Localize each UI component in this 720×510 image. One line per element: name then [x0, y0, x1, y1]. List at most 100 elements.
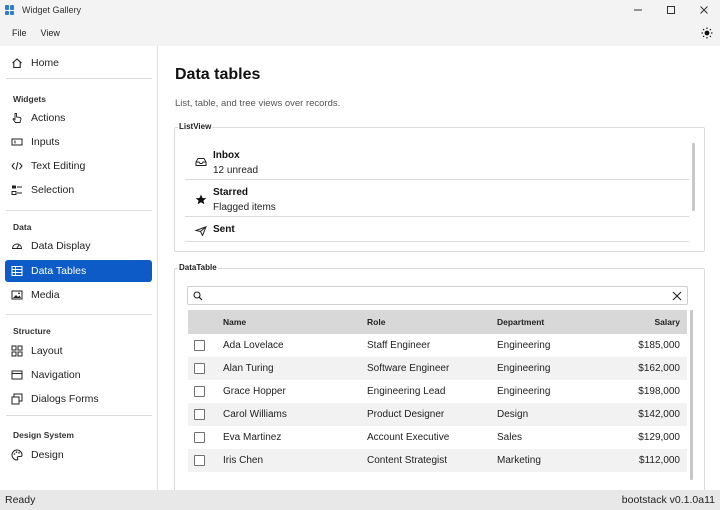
code-icon [11, 160, 23, 172]
row-checkbox[interactable] [194, 363, 205, 374]
cell-role: Engineering Lead [367, 386, 446, 397]
sidebar-section-data: Data [13, 222, 32, 232]
cell-role: Staff Engineer [367, 340, 431, 351]
cell-salary: $129,000 [638, 432, 680, 443]
status-bar: Ready bootstack v0.1.0a11 [0, 490, 720, 510]
sidebar-item-design[interactable]: Design [5, 444, 152, 466]
sidebar-section-design-system: Design System [13, 430, 74, 440]
sidebar-item-navigation[interactable]: Navigation [5, 364, 152, 386]
list-item[interactable]: Starred Flagged items [185, 180, 689, 217]
sidebar-divider [6, 415, 152, 416]
table-row[interactable]: Alan Turing Software Engineer Engineerin… [188, 357, 687, 380]
row-checkbox[interactable] [194, 340, 205, 351]
menu-file[interactable]: File [8, 28, 31, 38]
table-header: Name Role Department Salary [188, 310, 687, 334]
maximize-button[interactable] [654, 0, 687, 20]
sidebar-section-structure: Structure [13, 326, 51, 336]
close-icon [699, 6, 708, 14]
dialog-icon [11, 393, 23, 405]
sidebar-item-label: Layout [31, 345, 63, 357]
table-row[interactable]: Eva Martinez Account Executive Sales $12… [188, 426, 687, 449]
main-content: Data tables List, table, and tree views … [158, 46, 720, 490]
list-item-subtitle: Flagged items [213, 202, 276, 213]
table-row[interactable]: Grace Hopper Engineering Lead Engineerin… [188, 380, 687, 403]
maximize-icon [666, 6, 675, 14]
sidebar-item-label: Text Editing [31, 160, 86, 172]
layout-icon [11, 345, 23, 357]
app-icon [5, 5, 15, 15]
row-checkbox[interactable] [194, 386, 205, 397]
cell-name: Alan Turing [223, 363, 274, 374]
row-checkbox[interactable] [194, 455, 205, 466]
cell-department: Marketing [497, 455, 541, 466]
column-header-salary[interactable]: Salary [654, 310, 680, 334]
row-checkbox[interactable] [194, 432, 205, 443]
table-scrollbar[interactable] [690, 310, 693, 480]
sidebar-item-layout[interactable]: Layout [5, 340, 152, 362]
cell-salary: $162,000 [638, 363, 680, 374]
sidebar-item-inputs[interactable]: Inputs [5, 131, 152, 153]
listview-label: ListView [178, 122, 213, 131]
page-title: Data tables [175, 66, 261, 83]
menu-view[interactable]: View [37, 28, 64, 38]
search-input[interactable] [208, 289, 668, 302]
search-icon [193, 291, 203, 301]
sidebar-item-label: Navigation [31, 369, 81, 381]
inbox-icon [195, 157, 207, 167]
cell-role: Software Engineer [367, 363, 450, 374]
sidebar-item-dialogs-forms[interactable]: Dialogs Forms [5, 388, 152, 410]
sidebar-divider [6, 314, 152, 315]
cell-role: Product Designer [367, 409, 445, 420]
minimize-button[interactable] [621, 0, 654, 20]
cell-name: Iris Chen [223, 455, 264, 466]
sidebar-item-actions[interactable]: Actions [5, 107, 152, 129]
cell-role: Content Strategist [367, 455, 448, 466]
cell-department: Engineering [497, 386, 551, 397]
cell-name: Ada Lovelace [223, 340, 284, 351]
table-search-field[interactable] [187, 286, 688, 305]
list-item-title: Inbox [213, 150, 240, 161]
close-button[interactable] [687, 0, 720, 20]
table-row[interactable]: Ada Lovelace Staff Engineer Engineering … [188, 334, 687, 357]
clear-search-icon[interactable] [672, 291, 682, 301]
sidebar-item-media[interactable]: Media [5, 284, 152, 306]
sidebar-item-data-tables[interactable]: Data Tables [5, 260, 152, 282]
cell-department: Engineering [497, 340, 551, 351]
cell-name: Grace Hopper [223, 386, 286, 397]
list-item[interactable]: Sent [185, 217, 689, 242]
table-row[interactable]: Carol Williams Product Designer Design $… [188, 403, 687, 426]
sidebar-item-label: Selection [31, 184, 75, 196]
cell-salary: $198,000 [638, 386, 680, 397]
sidebar-item-label: Media [31, 289, 60, 301]
sidebar-item-data-display[interactable]: Data Display [5, 235, 152, 257]
cell-salary: $112,000 [639, 455, 680, 466]
cell-salary: $185,000 [638, 340, 680, 351]
sidebar-divider [6, 78, 152, 79]
sidebar-item-home[interactable]: Home [5, 52, 152, 74]
sidebar: Home Widgets Actions Inputs Text Editing… [0, 46, 158, 490]
listview-scrollbar[interactable] [692, 143, 695, 211]
send-icon [195, 226, 207, 236]
star-icon [195, 194, 207, 204]
sidebar-item-label: Home [31, 57, 60, 69]
sidebar-item-selection[interactable]: Selection [5, 179, 152, 201]
list-item-title: Sent [213, 224, 235, 235]
table-row[interactable]: Iris Chen Content Strategist Marketing $… [188, 449, 687, 472]
version-text: bootstack v0.1.0a11 [621, 494, 715, 506]
pointer-icon [11, 112, 23, 124]
sidebar-item-text-editing[interactable]: Text Editing [5, 155, 152, 177]
column-header-department[interactable]: Department [497, 310, 544, 334]
column-header-role[interactable]: Role [367, 310, 385, 334]
list-item[interactable]: Inbox 12 unread [185, 143, 689, 180]
page-subtitle: List, table, and tree views over records… [175, 98, 341, 109]
cell-name: Carol Williams [223, 409, 287, 420]
theme-toggle-button[interactable] [700, 26, 714, 40]
sidebar-item-label: Dialogs Forms [31, 393, 99, 405]
row-checkbox[interactable] [194, 409, 205, 420]
menu-bar: File View [0, 20, 720, 46]
gauge-icon [11, 240, 23, 252]
column-header-name[interactable]: Name [223, 310, 246, 334]
list-item-title: Starred [213, 187, 249, 198]
cell-role: Account Executive [367, 432, 450, 443]
cell-name: Eva Martinez [223, 432, 282, 443]
